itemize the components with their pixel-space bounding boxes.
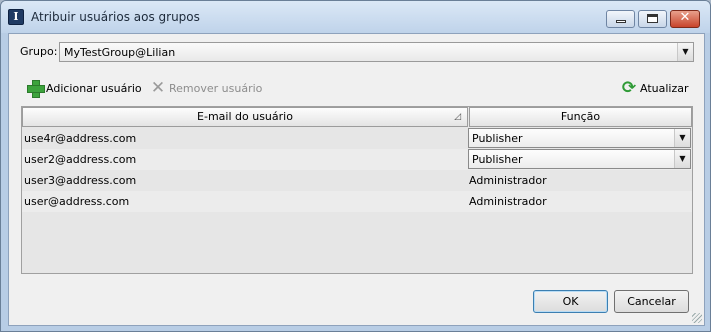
remove-user-label: Remover usuário (169, 81, 263, 95)
sort-ascending-icon: ◿ (454, 112, 461, 122)
add-user-button[interactable]: Adicionar usuário (27, 78, 142, 98)
table-row[interactable]: user@address.com Administrador (22, 191, 692, 212)
resize-grip[interactable] (692, 313, 702, 323)
maximize-button[interactable] (638, 10, 667, 28)
table-row[interactable]: user3@address.com Administrador (22, 170, 692, 191)
group-label: Grupo: (20, 45, 58, 58)
row-email: use4r@address.com (24, 132, 137, 145)
refresh-button[interactable]: ⟳ Atualizar (621, 78, 689, 98)
remove-x-icon: ✕ (150, 78, 166, 98)
minimize-icon (616, 20, 626, 23)
role-select-value: Publisher (472, 153, 523, 166)
chevron-down-icon[interactable]: ▼ (674, 129, 690, 147)
remove-user-button[interactable]: ✕ Remover usuário (150, 78, 263, 98)
cancel-button[interactable]: Cancelar (614, 290, 689, 313)
app-logo-icon: I (8, 9, 24, 25)
row-email: user@address.com (24, 195, 130, 208)
column-header-email-label: E-mail do usuário (197, 110, 293, 123)
add-user-label: Adicionar usuário (46, 81, 142, 95)
group-select[interactable]: MyTestGroup@Lilian ▼ (59, 42, 694, 62)
close-button[interactable]: ✕ (670, 10, 700, 28)
row-email: user3@address.com (24, 174, 137, 187)
plus-icon (27, 80, 45, 98)
row-role: Administrador (469, 195, 547, 208)
row-role: Administrador (469, 174, 547, 187)
chevron-down-icon[interactable]: ▼ (677, 43, 693, 61)
refresh-label: Atualizar (640, 81, 689, 95)
chevron-down-icon[interactable]: ▼ (674, 150, 690, 168)
dialog-window: I Atribuir usuários aos grupos ✕ Grupo: … (0, 0, 711, 332)
title-bar[interactable]: I Atribuir usuários aos grupos ✕ (1, 1, 710, 33)
table-row[interactable]: user2@address.com Publisher ▼ (22, 149, 692, 170)
column-header-role-label: Função (560, 110, 601, 123)
column-header-role[interactable]: Função (469, 107, 692, 127)
maximize-icon (647, 14, 658, 23)
role-select[interactable]: Publisher ▼ (468, 149, 691, 169)
group-select-value: MyTestGroup@Lilian (64, 46, 176, 59)
row-email: user2@address.com (24, 153, 137, 166)
dialog-content: Grupo: MyTestGroup@Lilian ▼ Adicionar us… (8, 33, 705, 326)
users-table: E-mail do usuário ◿ Função use4r@address… (21, 106, 693, 274)
table-row[interactable]: use4r@address.com Publisher ▼ (22, 128, 692, 149)
role-select[interactable]: Publisher ▼ (468, 128, 691, 148)
minimize-button[interactable] (606, 10, 635, 28)
window-title: Atribuir usuários aos grupos (31, 10, 200, 24)
close-icon: ✕ (679, 10, 691, 25)
ok-button[interactable]: OK (533, 290, 608, 313)
column-header-email[interactable]: E-mail do usuário ◿ (22, 107, 468, 127)
role-select-value: Publisher (472, 132, 523, 145)
refresh-icon: ⟳ (621, 78, 637, 98)
